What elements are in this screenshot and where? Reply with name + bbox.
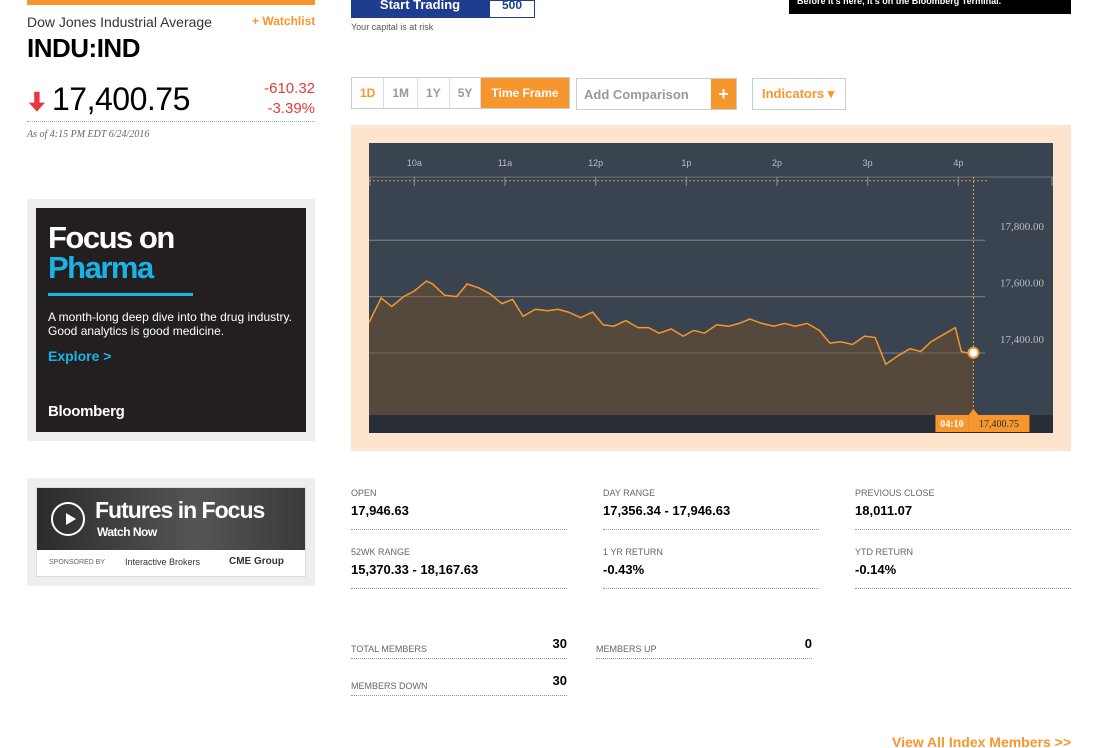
- members-value: 30: [552, 673, 567, 688]
- sponsored-by-label: SPONSORED BY: [49, 559, 106, 566]
- capital-risk-note: Your capital is at risk: [351, 22, 434, 32]
- play-icon[interactable]: [51, 502, 85, 536]
- y-tick-label: 17,400.00: [1000, 334, 1045, 346]
- ad-headline-accent: Pharma: [48, 250, 154, 285]
- stat-label: PREVIOUS CLOSE: [855, 488, 935, 498]
- timeframe-1m[interactable]: 1M: [384, 78, 419, 108]
- x-tick-label: 10a: [407, 158, 422, 168]
- y-tick-label: 17,600.00: [1000, 278, 1045, 290]
- price-chart-frame: 10a 11a 12p 1p 2p 3p 4p 17,800.00 17,600.00 17,40…: [351, 125, 1071, 451]
- futures-ad-container: Futures in Focus Watch Now SPONSORED BY …: [27, 478, 315, 586]
- index-name: Dow Jones Industrial Average: [27, 14, 212, 30]
- time-frame-button[interactable]: Time Frame: [481, 78, 569, 108]
- stat-52wk-range: 52WK RANGE 15,370.33 - 18,167.63: [351, 547, 567, 589]
- total-members: TOTAL MEMBERS 30: [351, 636, 567, 659]
- explore-link[interactable]: Explore >: [48, 348, 111, 364]
- last-price: 17,400.75: [52, 81, 190, 117]
- stat-label: YTD RETURN: [855, 547, 913, 557]
- y-tick-label: 17,800.00: [1000, 221, 1045, 233]
- members-value: 0: [804, 636, 812, 651]
- start-trading-button[interactable]: Start Trading: [351, 0, 489, 18]
- stat-1yr-return: 1 YR RETURN -0.43%: [603, 547, 819, 589]
- cursor-dot: [967, 346, 980, 359]
- ad-description: A month-long deep dive into the drug ind…: [48, 310, 292, 338]
- x-tick-label: 4p: [953, 158, 963, 168]
- cme-group-logo: CME Group: [229, 556, 284, 567]
- x-tick-label: 2p: [772, 158, 782, 168]
- members-label: TOTAL MEMBERS: [351, 644, 427, 654]
- stat-label: OPEN: [351, 488, 377, 498]
- members-label: MEMBERS DOWN: [351, 681, 428, 691]
- interactive-brokers-logo: Interactive Brokers: [125, 557, 201, 567]
- cursor-value-label: 17,400.75: [979, 419, 1019, 430]
- ad-rule: [48, 293, 193, 296]
- sp500-badge[interactable]: 500: [489, 0, 535, 18]
- x-tick-label: 1p: [681, 158, 691, 168]
- members-up: MEMBERS UP 0: [596, 636, 812, 659]
- add-watchlist-link[interactable]: + Watchlist: [252, 14, 315, 28]
- divider: [27, 121, 315, 122]
- stat-value: -0.14%: [855, 562, 897, 577]
- timeframe-5y[interactable]: 5Y: [450, 78, 482, 108]
- stat-value: 17,356.34 - 17,946.63: [603, 503, 731, 518]
- view-all-members-link[interactable]: View All Index Members >>: [892, 734, 1071, 748]
- stat-value: 17,946.63: [351, 503, 409, 518]
- terminal-ad-banner[interactable]: Before it's here, it's on the Bloomberg …: [789, 0, 1071, 14]
- stat-value: 15,370.33 - 18,167.63: [351, 562, 479, 577]
- timeframe-selector: 1D 1M 1Y 5Y Time Frame: [351, 77, 570, 109]
- stat-day-range: DAY RANGE 17,356.34 - 17,946.63: [603, 488, 819, 530]
- price-change-percent: -3.39%: [267, 100, 315, 117]
- members-down: MEMBERS DOWN 30: [351, 673, 567, 696]
- x-tick-label: 3p: [863, 158, 873, 168]
- bloomberg-logo: Bloomberg: [48, 403, 125, 420]
- header-accent-bar: [27, 0, 315, 5]
- watch-now-link[interactable]: Watch Now: [97, 525, 157, 539]
- timeframe-1y[interactable]: 1Y: [418, 78, 450, 108]
- x-tick-label: 11a: [498, 158, 512, 168]
- cursor-time-label: 04:10: [940, 419, 963, 430]
- futures-ad[interactable]: Futures in Focus Watch Now SPONSORED BY …: [36, 487, 306, 577]
- add-comparison-input[interactable]: [577, 79, 711, 109]
- price-chart[interactable]: 10a 11a 12p 1p 2p 3p 4p 17,800.00 17,600.00 17,40…: [369, 143, 1053, 433]
- members-value: 30: [552, 636, 567, 651]
- stat-previous-close: PREVIOUS CLOSE 18,011.07: [855, 488, 1071, 530]
- timeframe-1d[interactable]: 1D: [352, 78, 385, 108]
- stat-label: DAY RANGE: [603, 488, 656, 498]
- indicators-dropdown[interactable]: Indicators ▾: [752, 78, 846, 110]
- stat-value: -0.43%: [603, 562, 645, 577]
- stat-open: OPEN 17,946.63: [351, 488, 567, 530]
- stat-label: 52WK RANGE: [351, 547, 411, 557]
- futures-ad-banner: Futures in Focus Watch Now: [37, 488, 305, 550]
- x-tick-label: 12p: [588, 158, 603, 168]
- futures-ad-title: Futures in Focus: [95, 497, 265, 523]
- plus-icon[interactable]: +: [711, 79, 736, 109]
- stat-value: 18,011.07: [855, 503, 913, 518]
- ad-headline: Focus on: [48, 220, 175, 255]
- as-of-timestamp: As of 4:15 PM EDT 6/24/2016: [27, 129, 150, 140]
- stat-label: 1 YR RETURN: [603, 547, 663, 557]
- ticker-symbol: INDU:IND: [27, 33, 141, 63]
- price-change: -610.32: [264, 80, 315, 97]
- add-comparison: +: [576, 78, 737, 110]
- pharma-ad[interactable]: Focus on Pharma A month-long deep dive i…: [36, 208, 306, 432]
- down-arrow-icon: [28, 91, 45, 112]
- stat-ytd-return: YTD RETURN -0.14%: [855, 547, 1071, 589]
- pharma-ad-container: Focus on Pharma A month-long deep dive i…: [27, 199, 315, 441]
- members-label: MEMBERS UP: [596, 644, 657, 654]
